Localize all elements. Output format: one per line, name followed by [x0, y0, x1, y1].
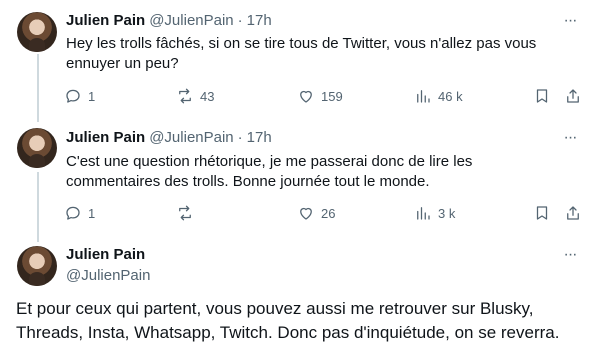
- tweet-timestamp[interactable]: 17h: [247, 129, 272, 146]
- author-name-row: Julien Pain: [66, 246, 145, 263]
- tweet-header: Julien Pain @JulienPain · 17h: [66, 12, 272, 29]
- reply-icon: [66, 206, 80, 220]
- tweet-timestamp[interactable]: 17h: [247, 12, 272, 29]
- tweet-actions: 1 26 3 k: [0, 203, 593, 223]
- share-icon: [567, 206, 579, 220]
- like-button[interactable]: 26: [297, 203, 335, 223]
- tweet-thread: Julien Pain @JulienPain · 17h ··· Hey le…: [0, 0, 593, 346]
- avatar[interactable]: [17, 128, 57, 168]
- tweet-header: Julien Pain @JulienPain · 17h: [66, 129, 272, 146]
- tweet-text: Hey les trolls fâchés, si on se tire tou…: [66, 35, 537, 72]
- retweet-button[interactable]: 43: [176, 86, 214, 106]
- retweet-count: 43: [200, 88, 215, 104]
- tweet-text: Et pour ceux qui partent, vous pouvez au…: [16, 299, 560, 342]
- retweet-icon: [179, 88, 191, 104]
- author-name[interactable]: Julien Pain: [66, 12, 145, 29]
- bookmark-button[interactable]: [533, 203, 551, 223]
- share-button[interactable]: [564, 203, 582, 223]
- retweet-button[interactable]: [176, 203, 200, 223]
- tweet-text: C'est une question rhétorique, je me pas…: [66, 153, 473, 190]
- views-button[interactable]: 3 k: [414, 203, 455, 223]
- more-options-icon[interactable]: ···: [561, 246, 579, 264]
- like-count: 26: [321, 205, 336, 221]
- share-icon: [567, 89, 579, 103]
- views-chart-icon: [417, 207, 430, 220]
- separator-dot: ·: [237, 129, 243, 146]
- views-button[interactable]: 46 k: [414, 86, 463, 106]
- heart-icon: [300, 207, 312, 220]
- reply-button[interactable]: 1: [64, 203, 95, 223]
- share-button[interactable]: [564, 86, 582, 106]
- more-options-icon[interactable]: ···: [561, 129, 579, 147]
- retweet-icon: [179, 205, 191, 221]
- bookmark-icon: [536, 206, 548, 220]
- author-handle[interactable]: @JulienPain: [149, 129, 233, 146]
- more-options-icon[interactable]: ···: [561, 12, 579, 30]
- avatar[interactable]: [17, 246, 57, 286]
- bookmark-button[interactable]: [533, 86, 551, 106]
- author-name[interactable]: Julien Pain: [66, 246, 145, 263]
- tweet-actions: 1 43 159 46 k: [0, 86, 593, 106]
- bookmark-icon: [536, 89, 548, 103]
- author-handle[interactable]: @JulienPain: [149, 12, 233, 29]
- separator-dot: ·: [237, 12, 243, 29]
- like-button[interactable]: 159: [297, 86, 343, 106]
- avatar[interactable]: [17, 12, 57, 52]
- heart-icon: [300, 90, 312, 103]
- author-handle[interactable]: @JulienPain: [66, 267, 150, 284]
- reply-count: 1: [88, 205, 96, 221]
- reply-count: 1: [88, 88, 96, 104]
- views-chart-icon: [417, 90, 430, 103]
- reply-button[interactable]: 1: [64, 86, 95, 106]
- like-count: 159: [321, 88, 343, 104]
- reply-icon: [66, 89, 80, 103]
- views-count: 3 k: [438, 205, 456, 221]
- author-name[interactable]: Julien Pain: [66, 129, 145, 146]
- views-count: 46 k: [438, 88, 463, 104]
